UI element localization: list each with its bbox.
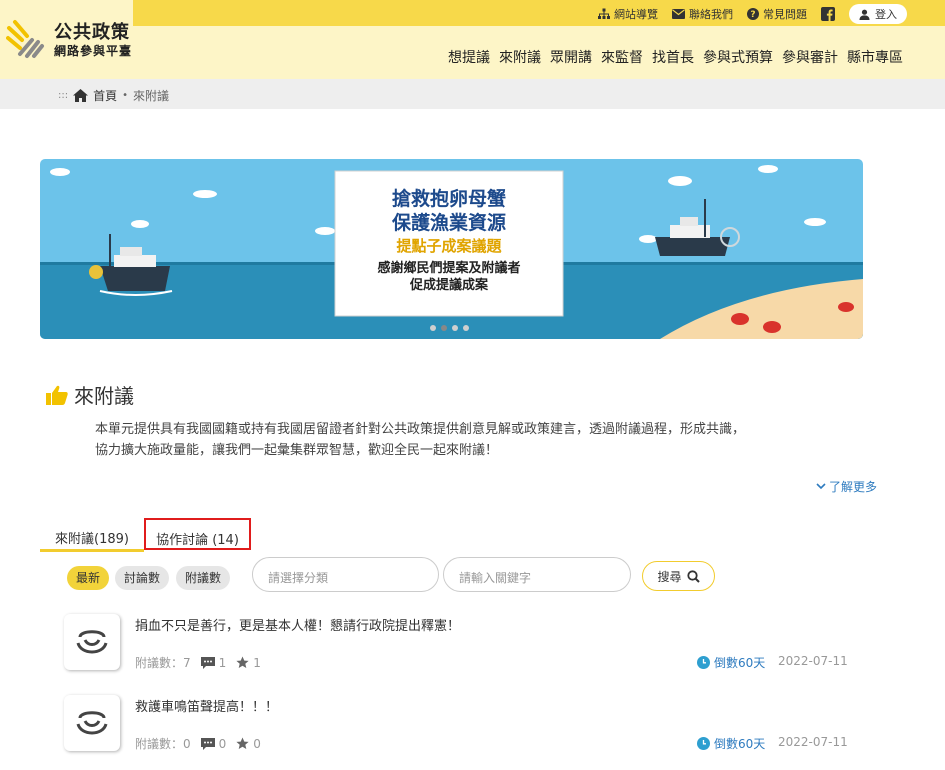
facebook-icon	[821, 7, 835, 21]
comment-count: 0	[218, 736, 227, 751]
star-icon	[236, 656, 249, 668]
category-select[interactable]: 請選擇分類	[252, 557, 439, 592]
search-label: 搜尋	[657, 569, 682, 584]
item-date: 2022-07-11	[778, 654, 848, 668]
nav-item-propose[interactable]: 想提議	[448, 47, 490, 67]
description-line-2: 協力擴大施政量能，讓我們一起彙集群眾智慧，歡迎全民一起來附議！	[95, 443, 499, 458]
topbar-faq-link[interactable]: ? 常見問題	[747, 6, 807, 22]
sort-seconds-chip[interactable]: 附議數	[176, 566, 231, 590]
carousel-dot[interactable]	[463, 325, 469, 331]
search-icon	[686, 569, 700, 583]
banner-line3: 提點子成案議題	[396, 237, 502, 255]
breadcrumb-separator: •	[122, 90, 129, 101]
section-description: 本單元提供具有我國國籍或持有我國居留證者針對公共政策提供創意見解或政策建言，透過…	[95, 419, 835, 461]
breadcrumb-home[interactable]: 首頁	[93, 87, 117, 104]
description-line-1: 本單元提供具有我國國籍或持有我國居留證者針對公共政策提供創意見解或政策建言，透過…	[95, 422, 746, 437]
topbar-sitemap-label: 網站導覽	[614, 8, 658, 21]
nav-item-supervise[interactable]: 來監督	[601, 47, 643, 67]
comment-icon	[200, 737, 215, 750]
carousel-dot[interactable]	[452, 325, 458, 331]
nav-item-officials[interactable]: 找首長	[652, 47, 694, 67]
topbar-faq-label: 常見問題	[763, 8, 807, 21]
seconds-count: 附議數：7	[135, 656, 191, 670]
home-icon	[73, 89, 89, 102]
carousel-dot-active[interactable]	[441, 325, 447, 331]
item-meta: 附議數：7 1 1	[135, 654, 261, 671]
countdown-label: 倒數60天	[714, 737, 766, 751]
breadcrumb-bar: ::: 首頁 • 來附議	[0, 79, 945, 109]
banner-line2: 保護漁業資源	[391, 211, 506, 234]
topbar-contact-label: 聯絡我們	[689, 8, 733, 21]
nav-item-audit[interactable]: 參與審計	[782, 47, 838, 67]
site-title[interactable]: 公共政策	[54, 18, 130, 44]
nav-item-second[interactable]: 來附議	[499, 47, 541, 67]
tab-second[interactable]: 來附議(189)	[40, 522, 144, 552]
banner-line4: 感謝鄉民們提案及附議者	[377, 260, 520, 276]
learn-more-label: 了解更多	[829, 480, 878, 494]
platform-avatar-icon	[76, 630, 108, 654]
banner-illustration: 搶救抱卵母蟹 保護漁業資源 提點子成案議題 感謝鄉民們提案及附議者 促成提議成案	[40, 159, 863, 339]
avatar	[64, 614, 120, 670]
sort-discussion-chip[interactable]: 討論數	[115, 566, 170, 590]
banner-carousel[interactable]: 搶救抱卵母蟹 保護漁業資源 提點子成案議題 感謝鄉民們提案及附議者 促成提議成案	[40, 159, 863, 339]
learn-more-link[interactable]: 了解更多	[816, 478, 877, 495]
countdown: 倒數60天	[697, 654, 765, 671]
mail-icon	[672, 9, 685, 19]
question-icon: ?	[747, 8, 759, 20]
carousel-dot[interactable]	[430, 325, 436, 331]
item-title[interactable]: 捐血不只是善行，更是基本人權！懇請行政院提出釋憲！	[135, 615, 460, 634]
item-meta: 附議數：0 0 0	[135, 735, 261, 752]
thumbs-up-icon	[46, 385, 68, 405]
sitemap-icon	[598, 8, 610, 19]
item-date: 2022-07-11	[778, 735, 848, 749]
site-subtitle: 網路參與平臺	[54, 44, 133, 58]
clock-icon	[697, 737, 710, 750]
main-nav: 想提議 來附議 眾開講 來監督 找首長 參與式預算 參與審計 縣市專區	[448, 47, 903, 67]
seconds-count: 附議數：0	[135, 737, 191, 751]
keyword-input[interactable]: 請輸入關鍵字	[443, 557, 631, 592]
avatar	[64, 695, 120, 751]
clock-icon	[697, 656, 710, 669]
chevron-down-icon	[816, 483, 826, 490]
item-title[interactable]: 救護車鳴笛聲提高！！！	[135, 696, 278, 715]
user-icon	[859, 9, 870, 20]
section-heading: 來附議	[46, 380, 134, 409]
login-button[interactable]: 登入	[849, 4, 907, 24]
countdown: 倒數60天	[697, 735, 765, 752]
top-utility-bar: 網站導覽 聯絡我們 ? 常見問題 登入	[133, 0, 945, 26]
countdown-label: 倒數60天	[714, 656, 766, 670]
platform-avatar-icon	[76, 711, 108, 735]
breadcrumb-prefix: :::	[58, 90, 69, 101]
list-item[interactable]: 捐血不只是善行，更是基本人權！懇請行政院提出釋憲！ 附議數：7 1 1 倒數60…	[64, 614, 854, 689]
banner-line1: 搶救抱卵母蟹	[392, 187, 506, 210]
search-button[interactable]: 搜尋	[642, 561, 715, 591]
nav-item-budget[interactable]: 參與式預算	[703, 47, 773, 67]
facebook-link[interactable]	[821, 7, 835, 21]
star-count: 0	[253, 736, 261, 751]
tab-collab-discussion[interactable]: 協作討論 (14)	[144, 518, 251, 550]
site-logo[interactable]	[6, 18, 46, 60]
nav-item-local[interactable]: 縣市專區	[847, 47, 903, 67]
comment-count: 1	[218, 655, 227, 670]
section-title: 來附議	[74, 384, 134, 408]
breadcrumb-current: 來附議	[133, 89, 170, 103]
svg-text:?: ?	[750, 10, 755, 20]
breadcrumb: ::: 首頁 • 來附議	[58, 87, 169, 104]
topbar-contact-link[interactable]: 聯絡我們	[672, 6, 733, 22]
banner-line5: 促成提議成案	[409, 277, 489, 293]
login-label: 登入	[875, 8, 897, 21]
comment-icon	[200, 656, 215, 669]
star-count: 1	[253, 655, 261, 670]
topbar-sitemap-link[interactable]: 網站導覽	[598, 6, 658, 22]
nav-item-forum[interactable]: 眾開講	[550, 47, 592, 67]
sort-latest-chip[interactable]: 最新	[67, 566, 110, 590]
hands-logo-icon	[6, 20, 44, 58]
star-icon	[236, 737, 249, 749]
